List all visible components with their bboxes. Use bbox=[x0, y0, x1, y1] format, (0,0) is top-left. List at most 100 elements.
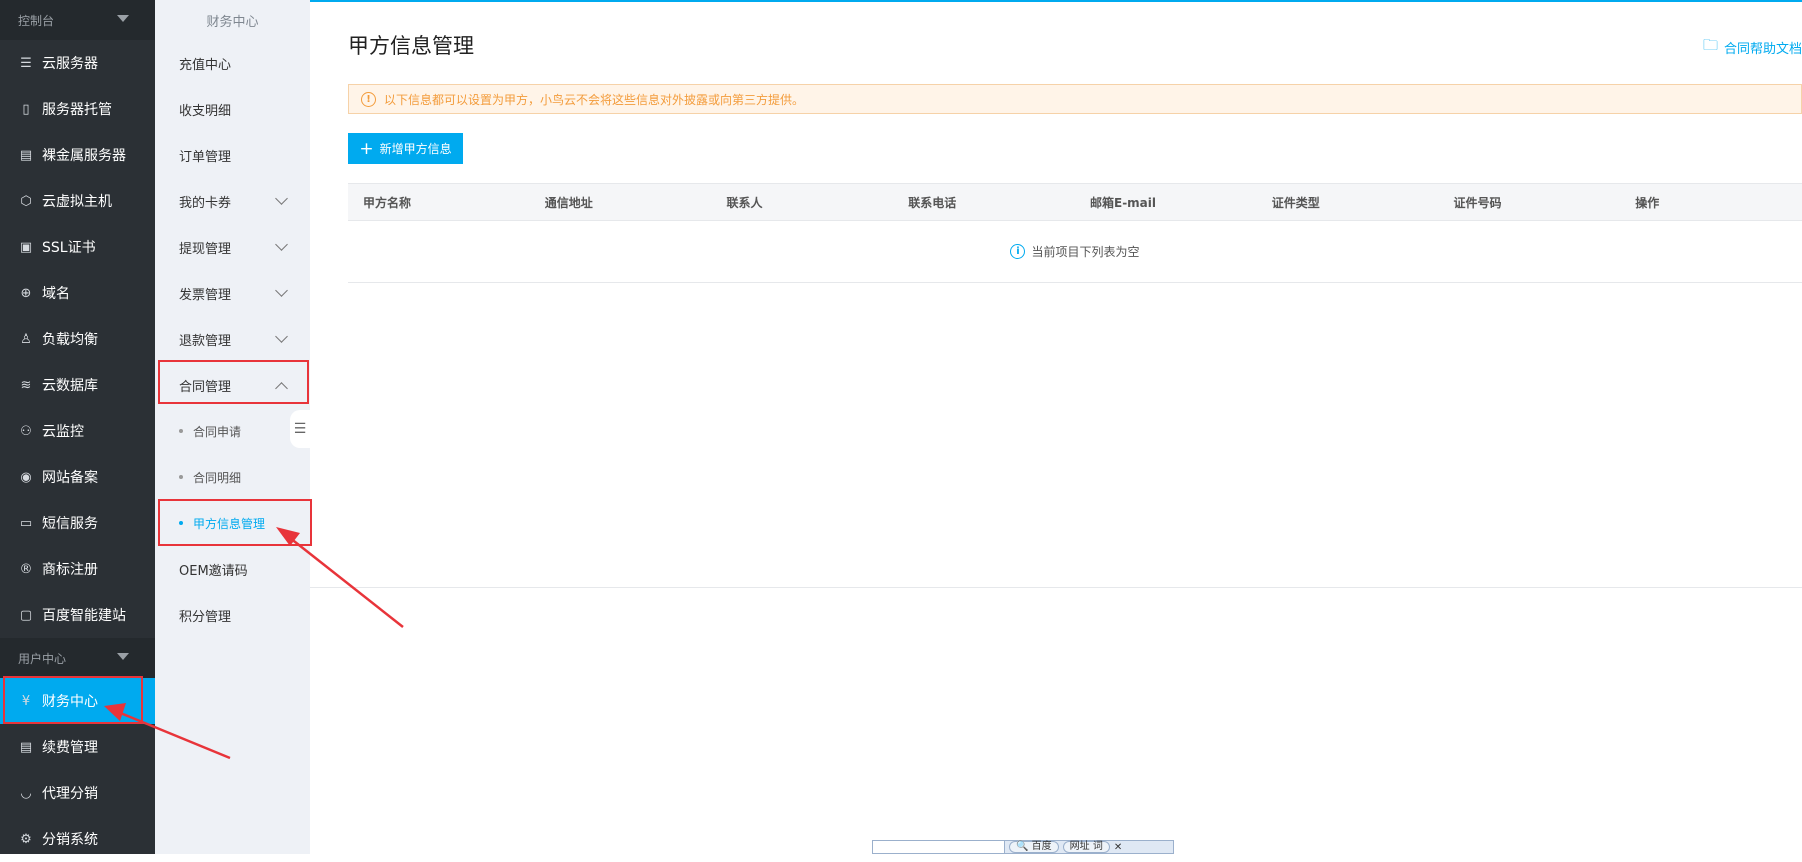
col-party-name: 甲方名称 bbox=[363, 195, 412, 210]
menu-label: 积分管理 bbox=[179, 609, 232, 625]
sidebar-item[interactable]: ▣ SSL证书 bbox=[0, 224, 155, 270]
sidebar-item[interactable]: ® 商标注册 bbox=[0, 546, 155, 592]
server-rack-icon: ☰ bbox=[20, 55, 32, 71]
empty-text: 当前项目下列表为空 bbox=[1031, 245, 1140, 259]
sidebar-item-label: 域名 bbox=[42, 286, 70, 302]
sidebar-item-label: 负载均衡 bbox=[42, 332, 98, 348]
menu-invoice[interactable]: 发票管理 bbox=[155, 270, 310, 316]
globe-icon: ⊕ bbox=[20, 285, 32, 301]
agent-icon: ◡ bbox=[20, 785, 32, 801]
ime-input[interactable] bbox=[873, 841, 1005, 853]
table-header: 甲方名称 通信地址 联系人 联系电话 邮箱E-mail 证件类型 证件号码 操作 bbox=[348, 183, 1802, 221]
ime-url-button[interactable]: 网址 词 bbox=[1062, 841, 1110, 853]
sidebar-item[interactable]: ▤ 裸金属服务器 bbox=[0, 132, 155, 178]
sidebar-item[interactable]: ⬡ 云虚拟主机 bbox=[0, 178, 155, 224]
collapse-menu-icon[interactable]: ☰ bbox=[290, 410, 310, 448]
menu-coupons[interactable]: 我的卡券 bbox=[155, 178, 310, 224]
group-label: 用户中心 bbox=[18, 651, 67, 666]
sidebar-item[interactable]: ▤ 续费管理 bbox=[0, 724, 155, 770]
sidebar-item[interactable]: ▯ 服务器托管 bbox=[0, 86, 155, 132]
col-email: 邮箱E-mail bbox=[1090, 195, 1157, 210]
sidebar-item[interactable]: ⊕ 域名 bbox=[0, 270, 155, 316]
menu-label: 我的卡券 bbox=[179, 195, 232, 211]
sidebar-item-label: 商标注册 bbox=[42, 562, 98, 578]
group-label: 控制台 bbox=[18, 13, 55, 28]
folder-icon: 🗀 bbox=[1702, 36, 1718, 54]
load-balancer-icon: ♙ bbox=[20, 331, 32, 347]
sidebar-item-label: 云数据库 bbox=[42, 378, 98, 394]
highlight-finance-center bbox=[3, 676, 143, 724]
menu-income-expense[interactable]: 收支明细 bbox=[155, 86, 310, 132]
sidebar-item[interactable]: ⚇ 云监控 bbox=[0, 408, 155, 454]
help-doc-label: 合同帮助文档 bbox=[1723, 42, 1802, 57]
sidebar-item-label: 续费管理 bbox=[42, 740, 98, 756]
finance-submenu: 财务中心 充值中心 收支明细 订单管理 我的卡券 提现管理 发票管理 退款管理 … bbox=[155, 0, 310, 854]
ime-baidu-button[interactable]: 🔍 百度 bbox=[1009, 841, 1059, 853]
highlight-party-a-info bbox=[158, 499, 312, 546]
sidebar-item-label: SSL证书 bbox=[42, 240, 96, 256]
record-icon: ◉ bbox=[20, 469, 32, 485]
bare-metal-icon: ▤ bbox=[19, 147, 33, 163]
sidebar-item[interactable]: ≋ 云数据库 bbox=[0, 362, 155, 408]
menu-label: 发票管理 bbox=[179, 287, 232, 303]
chevron-down-icon bbox=[275, 238, 288, 251]
gear-icon: ⚙ bbox=[20, 831, 32, 847]
sidebar-item-label: 短信服务 bbox=[42, 516, 98, 532]
certificate-icon: ▣ bbox=[19, 239, 33, 255]
group-console[interactable]: 控制台 bbox=[0, 0, 155, 40]
group-user-center[interactable]: 用户中心 bbox=[0, 638, 155, 678]
caret-down-icon bbox=[117, 653, 129, 660]
renew-icon: ▤ bbox=[19, 739, 33, 755]
menu-refund[interactable]: 退款管理 bbox=[155, 316, 310, 362]
sidebar-item[interactable]: ♙ 负载均衡 bbox=[0, 316, 155, 362]
sidebar-item-label: 云服务器 bbox=[42, 56, 98, 72]
menu-withdraw[interactable]: 提现管理 bbox=[155, 224, 310, 270]
plus-icon: + bbox=[359, 138, 374, 159]
submenu-contract-apply[interactable]: 合同申请 bbox=[155, 408, 310, 454]
menu-label: 提现管理 bbox=[179, 241, 232, 257]
submenu-label: 合同明细 bbox=[193, 470, 242, 485]
menu-label: 退款管理 bbox=[179, 333, 232, 349]
sidebar-item-label: 百度智能建站 bbox=[42, 608, 126, 624]
sidebar-item[interactable]: ◡ 代理分销 bbox=[0, 770, 155, 816]
col-actions: 操作 bbox=[1635, 195, 1660, 210]
sidebar-item[interactable]: ◉ 网站备案 bbox=[0, 454, 155, 500]
notice-text: 以下信息都可以设置为甲方，小鸟云不会将这些信息对外披露或向第三方提供。 bbox=[384, 92, 805, 107]
submenu-label: 合同申请 bbox=[193, 424, 242, 439]
menu-points[interactable]: 积分管理 bbox=[155, 592, 310, 638]
sms-icon: ▭ bbox=[19, 515, 33, 531]
sidebar-item[interactable]: ⚙ 分销系统 bbox=[0, 816, 155, 862]
caret-down-icon bbox=[117, 15, 129, 22]
ime-url-label: 网址 bbox=[1069, 841, 1090, 852]
info-notice: ! 以下信息都可以设置为甲方，小鸟云不会将这些信息对外披露或向第三方提供。 bbox=[348, 84, 1802, 114]
info-icon: i bbox=[1010, 244, 1026, 259]
chevron-down-icon bbox=[275, 284, 288, 297]
col-contact: 联系人 bbox=[726, 195, 763, 210]
highlight-contract-menu bbox=[158, 360, 309, 404]
page-title: 甲方信息管理 bbox=[348, 34, 474, 58]
sidebar-item-label: 云虚拟主机 bbox=[42, 194, 112, 210]
sidebar-item[interactable]: ▢ 百度智能建站 bbox=[0, 592, 155, 638]
sidebar-item-label: 分销系统 bbox=[42, 832, 98, 848]
col-phone: 联系电话 bbox=[908, 195, 957, 210]
col-address: 通信地址 bbox=[544, 195, 593, 210]
col-id-type: 证件类型 bbox=[1271, 195, 1320, 210]
database-icon: ≋ bbox=[20, 377, 32, 393]
add-party-a-button[interactable]: + 新增甲方信息 bbox=[348, 133, 463, 164]
sidebar-item-label: 裸金属服务器 bbox=[42, 148, 126, 164]
menu-orders[interactable]: 订单管理 bbox=[155, 132, 310, 178]
trademark-icon: ® bbox=[19, 561, 33, 577]
submenu-title: 财务中心 bbox=[206, 14, 259, 30]
close-icon[interactable]: ✕ bbox=[1114, 842, 1122, 853]
submenu-contract-detail[interactable]: 合同明细 bbox=[155, 454, 310, 500]
ime-toolbar: 🔍 百度 网址 词 ✕ bbox=[872, 840, 1174, 854]
sidebar-item[interactable]: ☰ 云服务器 bbox=[0, 40, 155, 86]
warning-icon: ! bbox=[361, 91, 376, 107]
sidebar-item-label: 网站备案 bbox=[42, 470, 98, 486]
sidebar-item[interactable]: ▭ 短信服务 bbox=[0, 500, 155, 546]
help-doc-link[interactable]: 🗀 合同帮助文档 bbox=[1703, 35, 1802, 60]
menu-recharge[interactable]: 充值中心 bbox=[155, 40, 310, 86]
add-button-label: 新增甲方信息 bbox=[379, 142, 452, 156]
menu-oem-invite[interactable]: OEM邀请码 bbox=[155, 546, 310, 592]
sidebar-item-label: 云监控 bbox=[42, 424, 84, 440]
